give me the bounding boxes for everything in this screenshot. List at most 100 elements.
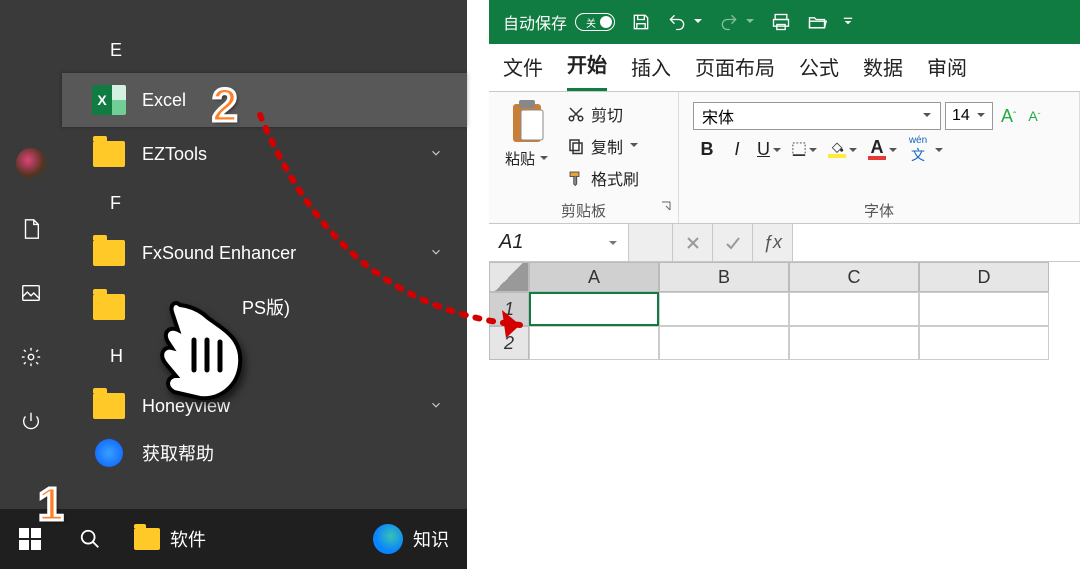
start-app-list: E X Excel EZTools F FxSound Enhancer	[62, 0, 467, 509]
formula-input[interactable]	[793, 224, 1080, 261]
cell-d1[interactable]	[919, 292, 1049, 326]
paintbrush-icon	[567, 169, 585, 187]
row-header-2[interactable]: 2	[489, 326, 529, 360]
tab-data[interactable]: 数据	[863, 52, 903, 91]
app-label: 获取帮助	[142, 440, 214, 466]
tab-review[interactable]: 审阅	[927, 52, 967, 91]
toggle-switch-icon: 关	[575, 13, 615, 31]
customize-qat-icon[interactable]	[843, 13, 853, 31]
bold-button[interactable]: B	[693, 136, 721, 162]
group-label: 剪贴板	[497, 196, 670, 223]
group-clipboard: 粘贴 剪切 复制 格式刷	[489, 92, 679, 223]
cut-button[interactable]: 剪切	[563, 100, 643, 128]
app-label: EZTools	[142, 144, 207, 165]
font-name-select[interactable]: 宋体	[693, 102, 941, 130]
pictures-icon[interactable]	[18, 280, 44, 306]
fill-color-button[interactable]	[824, 136, 862, 162]
annotation-step-2: 2	[212, 78, 238, 132]
dropdown-caret-icon[interactable]	[934, 139, 944, 160]
enter-formula-icon[interactable]	[713, 224, 753, 261]
font-size-select[interactable]: 14	[945, 102, 993, 130]
open-icon[interactable]	[807, 12, 827, 32]
excel-titlebar: 自动保存 关	[489, 0, 1080, 44]
settings-gear-icon[interactable]	[18, 344, 44, 370]
user-avatar[interactable]	[16, 148, 46, 178]
group-font: 宋体 14 Aˆ Aˇ B I U	[679, 92, 1080, 223]
hand-cursor-icon	[150, 290, 250, 400]
copy-button[interactable]: 复制	[563, 132, 643, 160]
save-icon[interactable]	[631, 12, 651, 32]
italic-button[interactable]: I	[723, 136, 751, 162]
app-item-wps[interactable]: PS版)	[62, 280, 467, 334]
font-color-icon: A	[868, 138, 886, 160]
app-label: FxSound Enhancer	[142, 243, 296, 264]
tab-formulas[interactable]: 公式	[799, 52, 839, 91]
dropdown-caret-icon	[772, 139, 782, 160]
dropdown-caret-icon	[808, 139, 818, 160]
letter-header-e[interactable]: E	[62, 28, 467, 73]
phonetic-guide-button[interactable]: wén 文	[904, 136, 932, 162]
undo-icon[interactable]	[667, 12, 687, 32]
help-icon	[92, 436, 126, 470]
tab-home[interactable]: 开始	[567, 49, 607, 91]
power-icon[interactable]	[18, 408, 44, 434]
folder-icon	[92, 137, 126, 171]
select-all-corner[interactable]	[489, 262, 529, 292]
column-header-b[interactable]: B	[659, 262, 789, 292]
autosave-label: 自动保存	[503, 10, 567, 34]
app-item-honeyview[interactable]: Honeyview	[62, 379, 467, 433]
folder-icon	[92, 389, 126, 423]
folder-icon	[92, 236, 126, 270]
chevron-down-icon	[429, 297, 443, 318]
dropdown-caret-icon[interactable]	[745, 13, 755, 31]
redo-icon[interactable]	[719, 12, 739, 32]
file-icon[interactable]	[18, 216, 44, 242]
cell-c2[interactable]	[789, 326, 919, 360]
taskbar-app-edge[interactable]: 知识	[359, 509, 463, 569]
row-header-1[interactable]: 1	[489, 292, 529, 326]
excel-icon: X	[92, 83, 126, 117]
app-item-gethelp[interactable]: 获取帮助	[62, 433, 467, 473]
taskbar-app-folder[interactable]: 软件	[120, 509, 220, 569]
letter-header-h[interactable]: H	[62, 334, 467, 379]
tab-layout[interactable]: 页面布局	[695, 52, 775, 91]
chevron-down-icon	[429, 396, 443, 417]
dialog-launcher-icon[interactable]	[660, 199, 672, 217]
autosave-toggle[interactable]: 自动保存 关	[503, 10, 615, 34]
column-header-c[interactable]: C	[789, 262, 919, 292]
increase-font-icon[interactable]: Aˆ	[997, 106, 1020, 127]
paste-button[interactable]: 粘贴	[497, 96, 557, 192]
decrease-font-icon[interactable]: Aˇ	[1024, 108, 1044, 124]
taskbar-search-button[interactable]	[60, 509, 120, 569]
tab-file[interactable]: 文件	[503, 52, 543, 91]
format-painter-button[interactable]: 格式刷	[563, 164, 643, 192]
cell-a2[interactable]	[529, 326, 659, 360]
dropdown-caret-icon	[976, 107, 986, 125]
cell-a1[interactable]	[529, 292, 659, 326]
tab-insert[interactable]: 插入	[631, 52, 671, 91]
excel-window: 自动保存 关 文件 开始 插入 页面布局 公式 数据 审阅	[489, 0, 1080, 500]
print-icon[interactable]	[771, 12, 791, 32]
border-icon	[792, 142, 806, 156]
insert-function-icon[interactable]: ƒx	[753, 224, 793, 261]
app-item-eztools[interactable]: EZTools	[62, 127, 467, 181]
cell-b1[interactable]	[659, 292, 789, 326]
chevron-down-icon	[429, 243, 443, 264]
border-button[interactable]	[788, 136, 822, 162]
cell-b2[interactable]	[659, 326, 789, 360]
dropdown-caret-icon[interactable]	[693, 13, 703, 31]
cancel-formula-icon[interactable]	[673, 224, 713, 261]
underline-button[interactable]: U	[753, 136, 786, 162]
column-header-a[interactable]: A	[529, 262, 659, 292]
app-item-fxsound[interactable]: FxSound Enhancer	[62, 226, 467, 280]
app-item-excel[interactable]: X Excel	[62, 73, 467, 127]
spreadsheet-grid: A B C D 1 2	[489, 262, 1080, 360]
letter-header-f[interactable]: F	[62, 181, 467, 226]
font-color-button[interactable]: A	[864, 136, 902, 162]
dropdown-caret-icon	[539, 150, 549, 167]
column-header-d[interactable]: D	[919, 262, 1049, 292]
dropdown-caret-icon	[629, 137, 639, 155]
cell-d2[interactable]	[919, 326, 1049, 360]
cell-c1[interactable]	[789, 292, 919, 326]
name-box[interactable]: A1	[489, 224, 629, 261]
